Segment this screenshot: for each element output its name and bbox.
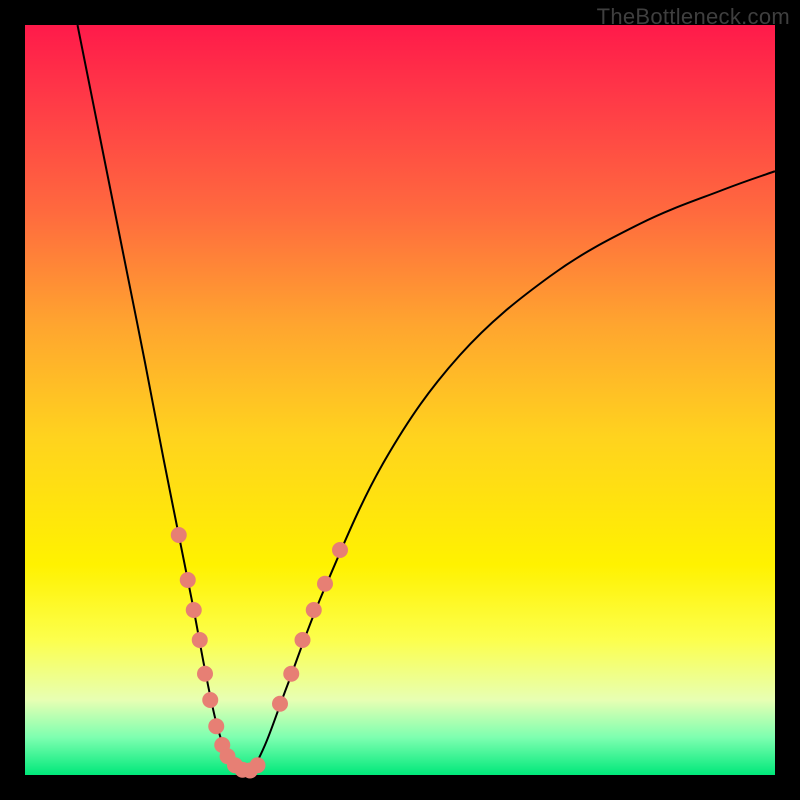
gradient-plot-area — [25, 25, 775, 775]
watermark-text: TheBottleneck.com — [597, 4, 790, 30]
